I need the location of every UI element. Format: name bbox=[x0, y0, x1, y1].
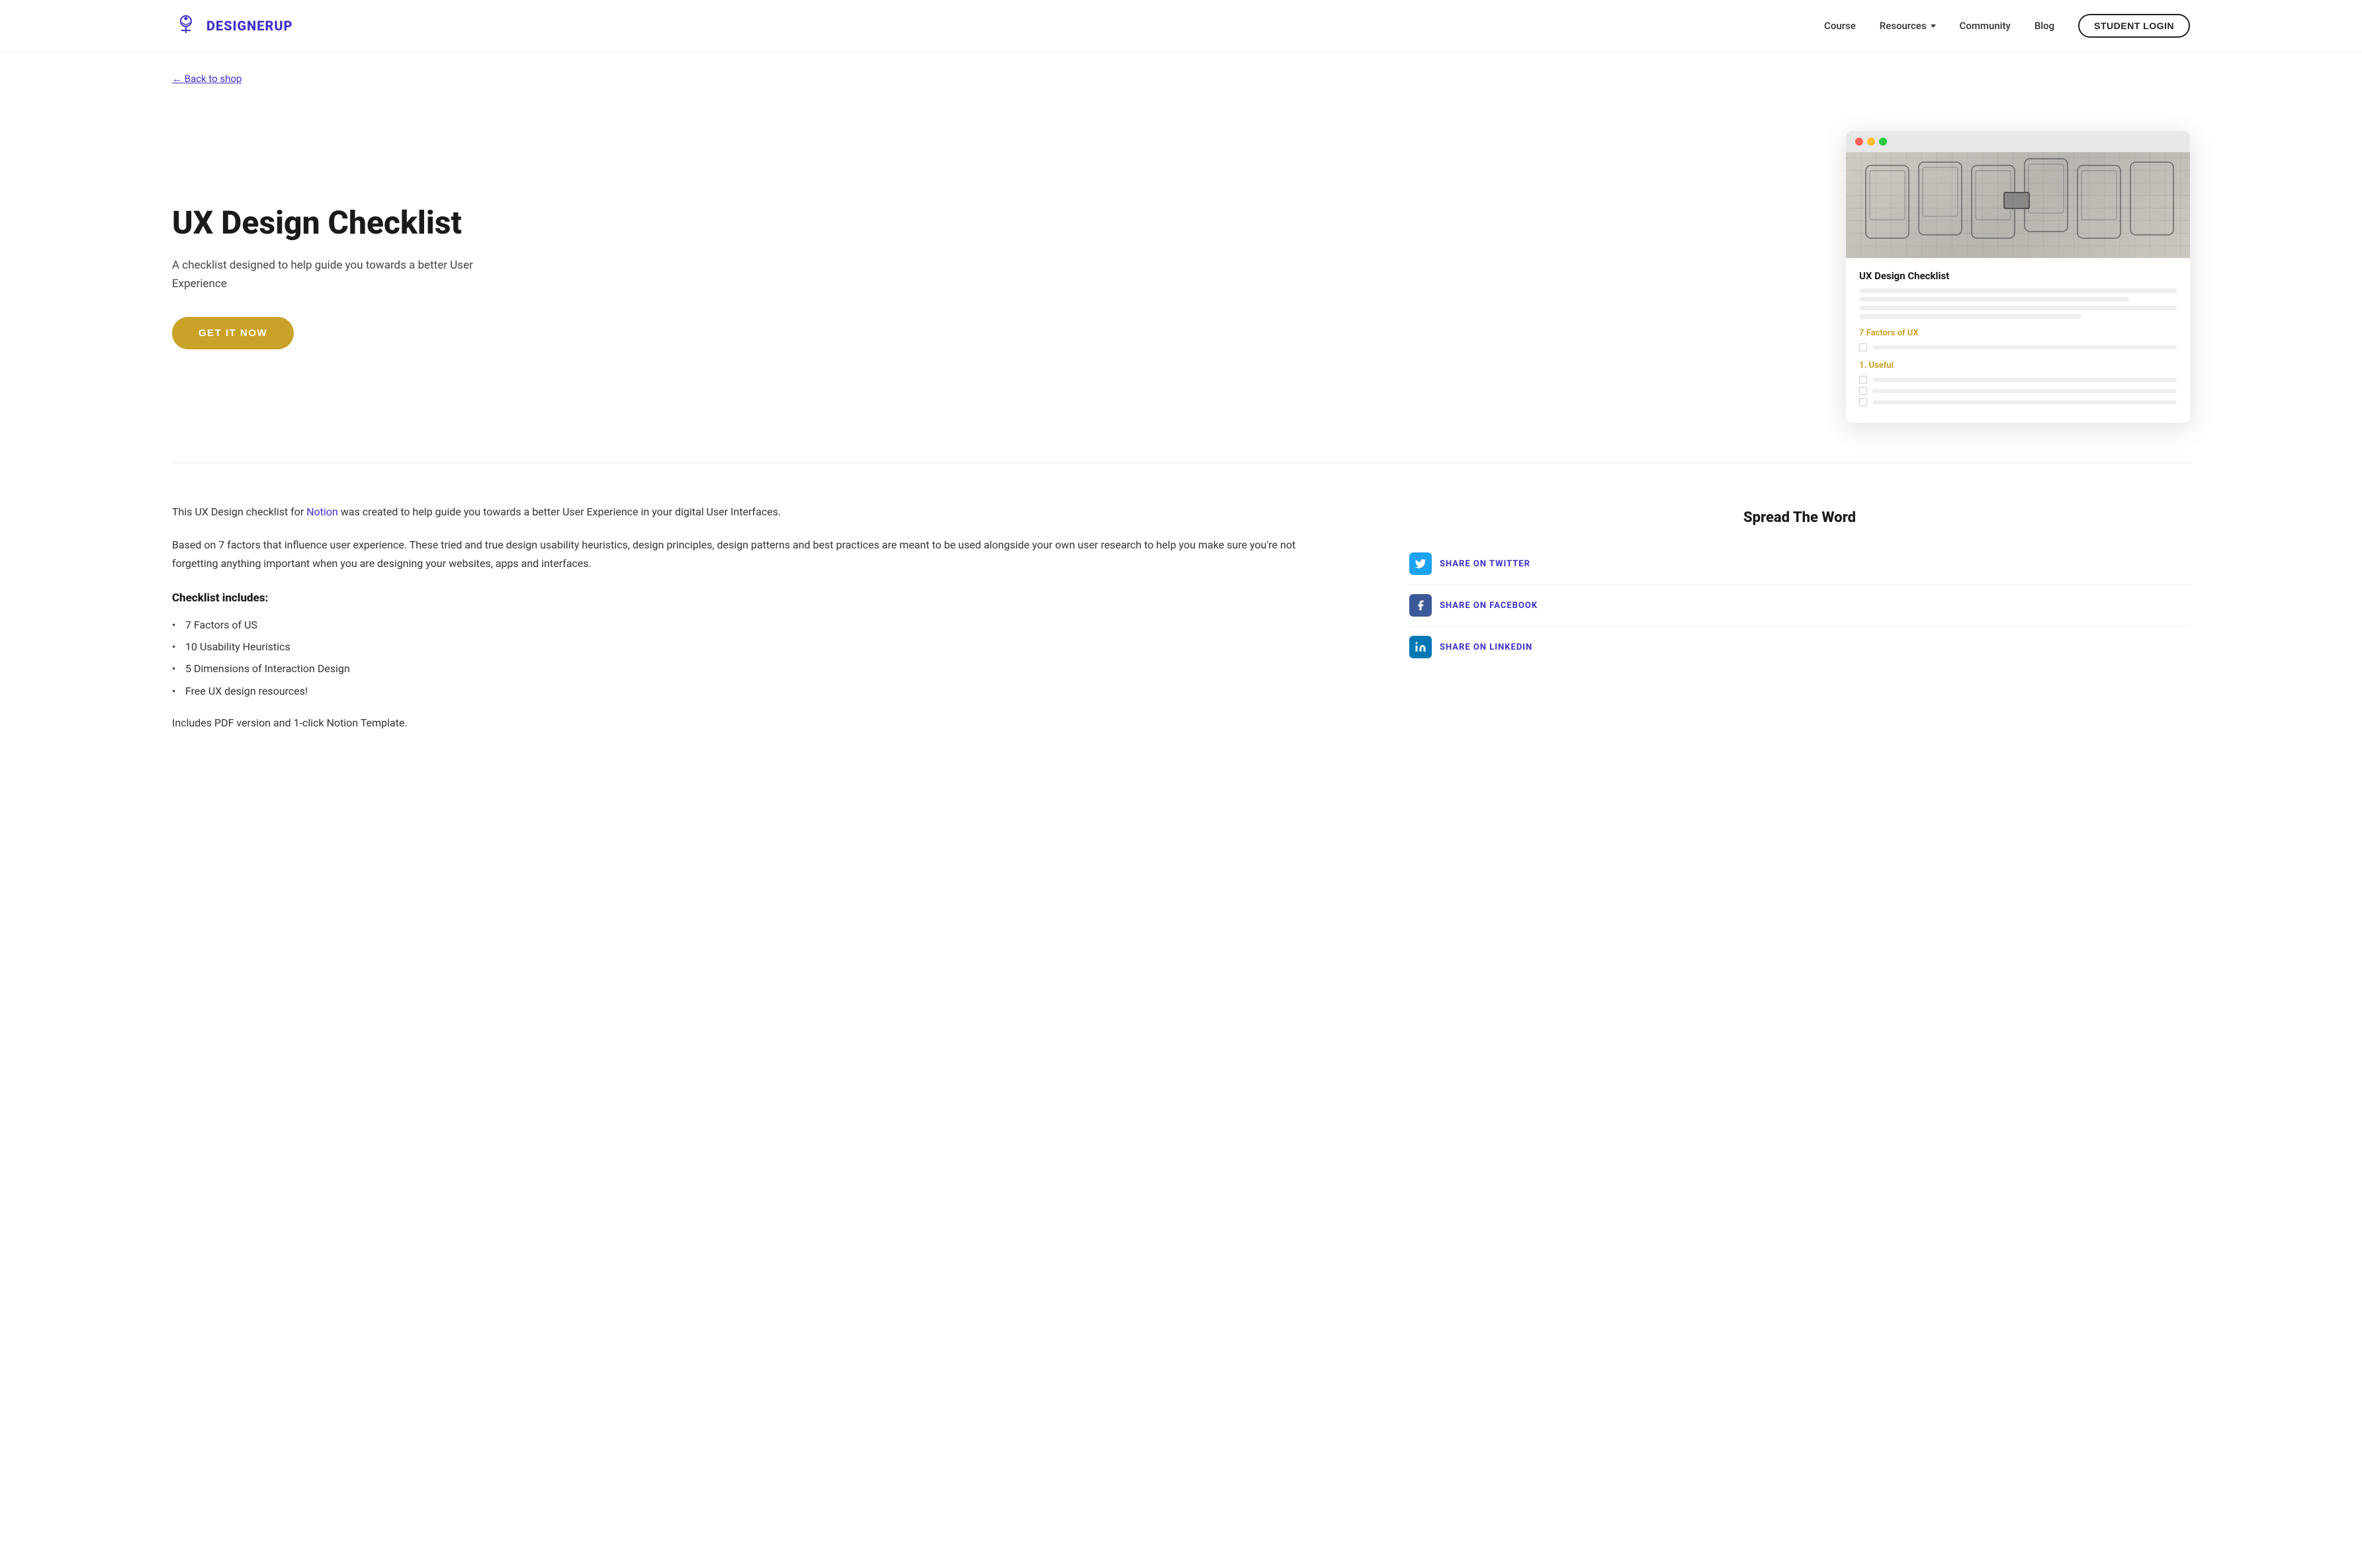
content-left: This UX Design checklist for Notion was … bbox=[172, 503, 1343, 732]
doc-item-line bbox=[1872, 400, 2177, 404]
share-twitter-button[interactable]: SHARE ON TWITTER bbox=[1409, 543, 2190, 585]
list-item: Free UX design resources! bbox=[172, 680, 1343, 702]
twitter-svg bbox=[1415, 558, 1426, 570]
back-link-wrap: ← Back to shop bbox=[0, 52, 2362, 91]
nav-community[interactable]: Community bbox=[1960, 20, 2011, 32]
doc-item-line bbox=[1872, 389, 2177, 393]
share-twitter-label: SHARE ON TWITTER bbox=[1440, 559, 1530, 569]
doc-subsection-title: 1. Useful bbox=[1859, 361, 2177, 370]
browser-content: UX Design Checklist 7 Factors of UX 1. U… bbox=[1846, 152, 2190, 423]
chevron-down-icon bbox=[1931, 24, 1936, 28]
doc-checkbox bbox=[1859, 398, 1867, 406]
twitter-icon bbox=[1409, 552, 1432, 575]
share-facebook-button[interactable]: SHARE ON FACEBOOK bbox=[1409, 585, 2190, 627]
content-section: This UX Design checklist for Notion was … bbox=[0, 463, 2362, 785]
list-item: 5 Dimensions of Interaction Design bbox=[172, 658, 1343, 679]
hero-left: UX Design Checklist A checklist designed… bbox=[172, 204, 490, 349]
browser-bar bbox=[1846, 131, 2190, 152]
hero-preview: UX Design Checklist 7 Factors of UX 1. U… bbox=[1846, 131, 2190, 423]
browser-mockup: UX Design Checklist 7 Factors of UX 1. U… bbox=[1846, 131, 2190, 423]
checklist-list: 7 Factors of US 10 Usability Heuristics … bbox=[172, 614, 1343, 702]
student-login-button[interactable]: STUDENT LOGIN bbox=[2078, 14, 2190, 38]
nav-resources[interactable]: Resources bbox=[1880, 20, 1936, 32]
back-arrow-icon: ← bbox=[172, 73, 182, 85]
linkedin-icon bbox=[1409, 636, 1432, 658]
logo-icon bbox=[172, 12, 200, 40]
share-linkedin-label: SHARE ON LINKEDIN bbox=[1440, 642, 1532, 652]
logo-text: DESIGNERUP bbox=[206, 18, 293, 34]
get-it-now-button[interactable]: GET IT NOW bbox=[172, 317, 294, 349]
doc-line bbox=[1859, 314, 2081, 319]
includes-paragraph: Includes PDF version and 1-click Notion … bbox=[172, 714, 1343, 732]
doc-line bbox=[1859, 297, 2129, 302]
nav-blog[interactable]: Blog bbox=[2034, 20, 2054, 32]
content-paragraph-2: Based on 7 factors that influence user e… bbox=[172, 536, 1343, 573]
doc-checkbox-row bbox=[1859, 387, 2177, 395]
browser-dot-yellow bbox=[1867, 138, 1875, 146]
spread-section: Spread The Word SHARE ON TWITTER SHARE O… bbox=[1409, 509, 2190, 668]
browser-dot-red bbox=[1855, 138, 1863, 146]
nav-links: Course Resources Community Blog STUDENT … bbox=[1824, 14, 2190, 38]
doc-checkbox-row bbox=[1859, 376, 2177, 384]
back-to-shop-link[interactable]: ← Back to shop bbox=[172, 73, 241, 85]
doc-line bbox=[1859, 288, 2177, 293]
hero-subtitle: A checklist designed to help guide you t… bbox=[172, 257, 490, 292]
doc-checkbox bbox=[1859, 343, 1867, 351]
nav-course[interactable]: Course bbox=[1824, 20, 1856, 32]
navbar: DESIGNERUP Course Resources Community Bl… bbox=[0, 0, 2362, 52]
content-paragraph-1: This UX Design checklist for Notion was … bbox=[172, 503, 1343, 521]
logo[interactable]: DESIGNERUP bbox=[172, 12, 293, 40]
page-title: UX Design Checklist bbox=[172, 204, 490, 241]
doc-checkbox bbox=[1859, 376, 1867, 384]
notion-link[interactable]: Notion bbox=[306, 505, 338, 518]
share-facebook-label: SHARE ON FACEBOOK bbox=[1440, 601, 1538, 611]
browser-doc-content: UX Design Checklist 7 Factors of UX 1. U… bbox=[1846, 258, 2190, 423]
content-right: Spread The Word SHARE ON TWITTER SHARE O… bbox=[1409, 503, 2190, 732]
wireframe-svg bbox=[1846, 152, 2190, 258]
spread-title: Spread The Word bbox=[1409, 509, 2190, 526]
browser-dot-green bbox=[1879, 138, 1887, 146]
list-item: 7 Factors of US bbox=[172, 614, 1343, 636]
hero-section: UX Design Checklist A checklist designed… bbox=[0, 91, 2362, 462]
facebook-svg bbox=[1415, 599, 1426, 611]
facebook-icon bbox=[1409, 594, 1432, 617]
browser-photo-area bbox=[1846, 152, 2190, 258]
doc-line bbox=[1859, 306, 2177, 310]
doc-title: UX Design Checklist bbox=[1859, 270, 2177, 282]
doc-checkbox-row bbox=[1859, 398, 2177, 406]
list-item: 10 Usability Heuristics bbox=[172, 636, 1343, 658]
doc-checkbox-row bbox=[1859, 343, 2177, 351]
doc-section-title: 7 Factors of UX bbox=[1859, 328, 2177, 338]
back-link-label: Back to shop bbox=[185, 73, 242, 85]
doc-checkbox bbox=[1859, 387, 1867, 395]
checklist-heading: Checklist includes: bbox=[172, 591, 1343, 605]
linkedin-svg bbox=[1415, 641, 1426, 653]
doc-item-line bbox=[1872, 345, 2177, 349]
doc-item-line bbox=[1872, 378, 2177, 382]
share-linkedin-button[interactable]: SHARE ON LINKEDIN bbox=[1409, 627, 2190, 668]
